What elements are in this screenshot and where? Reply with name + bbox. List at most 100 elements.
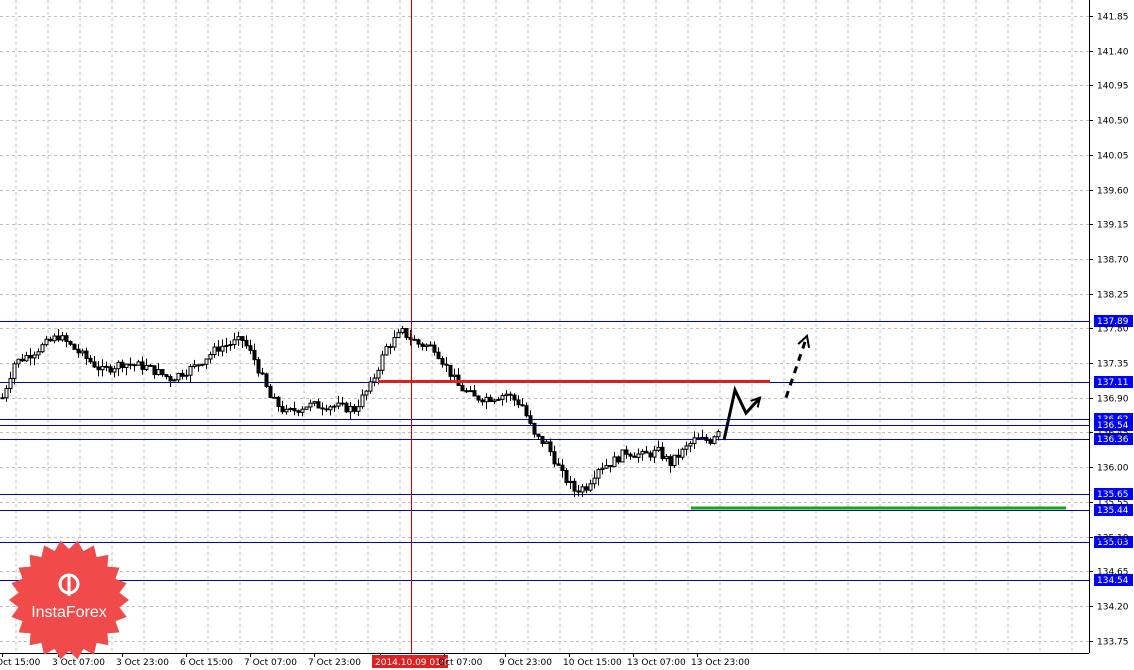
candle-body <box>684 445 689 450</box>
x-tick-label: 3 Oct 23:00 <box>116 658 169 668</box>
candle-body <box>52 335 57 342</box>
candle-body <box>28 355 33 359</box>
candle-body <box>244 339 249 347</box>
candle-body <box>340 402 345 405</box>
y-tick-label: 137.80 <box>1097 325 1129 335</box>
candle-body <box>620 449 625 463</box>
candle-body <box>276 396 281 407</box>
candle-body <box>360 394 365 408</box>
candle-body <box>136 361 141 366</box>
x-tick-label: 13 Oct 07:00 <box>627 658 686 668</box>
candle-body <box>624 449 629 455</box>
candle-body <box>36 351 41 356</box>
price-chart[interactable]: 137.89137.11136.62136.54136.36135.65135.… <box>0 0 1134 670</box>
candle-body <box>112 368 117 373</box>
candle-body <box>508 393 513 396</box>
candle-body <box>540 435 545 444</box>
candle-body <box>568 480 573 483</box>
candle-body <box>692 437 697 444</box>
candle-body <box>484 396 489 403</box>
candle-body <box>544 441 549 444</box>
candle-body <box>116 361 121 370</box>
candle-body <box>560 464 565 471</box>
y-tick-label: 140.05 <box>1097 152 1129 162</box>
candle-body <box>536 433 541 437</box>
candle-body <box>352 406 357 412</box>
candle-body <box>416 339 421 345</box>
candle-body <box>220 345 225 352</box>
candle-body <box>576 490 581 493</box>
candle-body <box>124 363 129 369</box>
candle-body <box>532 422 537 435</box>
y-tick-label: 133.75 <box>1097 638 1129 648</box>
candle-body <box>632 455 637 458</box>
candle-body <box>652 449 657 458</box>
candle-body <box>24 355 29 362</box>
candle-body <box>444 363 449 366</box>
candle-body <box>308 402 313 408</box>
candle-body <box>224 344 229 347</box>
candle-body <box>156 369 161 376</box>
candle-body <box>676 454 681 458</box>
chart-canvas[interactable]: 137.89137.11136.62136.54136.36135.65135.… <box>0 0 1134 670</box>
candle-body <box>56 335 61 341</box>
x-tick-label: 13 Oct 23:00 <box>691 658 750 668</box>
y-tick-label: 140.50 <box>1097 117 1129 127</box>
candle-body <box>192 364 197 368</box>
candle-body <box>500 395 505 400</box>
candle-body <box>92 361 97 368</box>
forecast-dashed-arrow <box>784 335 809 399</box>
candle-body <box>268 385 273 398</box>
candle-body <box>216 346 221 352</box>
candle-body <box>296 410 301 413</box>
y-tick-label: 136.90 <box>1097 395 1129 405</box>
candle-body <box>700 436 705 439</box>
candle-body <box>588 483 593 491</box>
candle-body <box>528 415 533 424</box>
candle-body <box>468 390 473 393</box>
candle-body <box>168 376 173 382</box>
candle-body <box>152 365 157 376</box>
candle-body <box>648 452 653 458</box>
candle-body <box>596 468 601 479</box>
candle-body <box>8 377 13 390</box>
candle-body <box>420 343 425 347</box>
candle-body <box>396 332 401 339</box>
annotations <box>378 0 1066 653</box>
candle-body <box>556 463 561 466</box>
candle-body <box>20 358 25 362</box>
candle-body <box>248 345 253 351</box>
candle-body <box>656 446 661 451</box>
candle-body <box>580 486 585 493</box>
candle-body <box>120 361 125 369</box>
candle-body <box>612 456 617 468</box>
candle-body <box>188 366 193 376</box>
x-tick-label: 7 Oct 23:00 <box>308 658 361 668</box>
candle-body <box>336 402 341 407</box>
candle-body <box>60 335 65 341</box>
candle-body <box>96 366 101 371</box>
x-tick-label: Oct 07:00 <box>438 658 483 668</box>
candle-body <box>312 401 317 404</box>
candle-body <box>4 388 9 399</box>
x-tick-label: 6 Oct 15:00 <box>180 658 233 668</box>
candle-body <box>180 372 185 377</box>
y-tick-label: 141.40 <box>1097 48 1129 58</box>
candle-body <box>232 339 237 346</box>
candle-body <box>304 406 309 410</box>
candle-body <box>160 369 165 376</box>
candle-body <box>16 358 21 365</box>
candle-body <box>512 394 517 401</box>
candle-body <box>236 336 241 341</box>
y-tick-label: 134.20 <box>1097 603 1129 613</box>
level-label: 134.54 <box>1097 576 1129 586</box>
candle-body <box>228 344 233 347</box>
candle-body <box>32 354 37 359</box>
candle-body <box>424 344 429 347</box>
candle-body <box>400 328 405 334</box>
candle-body <box>184 374 189 377</box>
candle-body <box>708 439 713 444</box>
candle-body <box>108 366 113 373</box>
candle-body <box>436 351 441 360</box>
candle-body <box>88 357 93 363</box>
